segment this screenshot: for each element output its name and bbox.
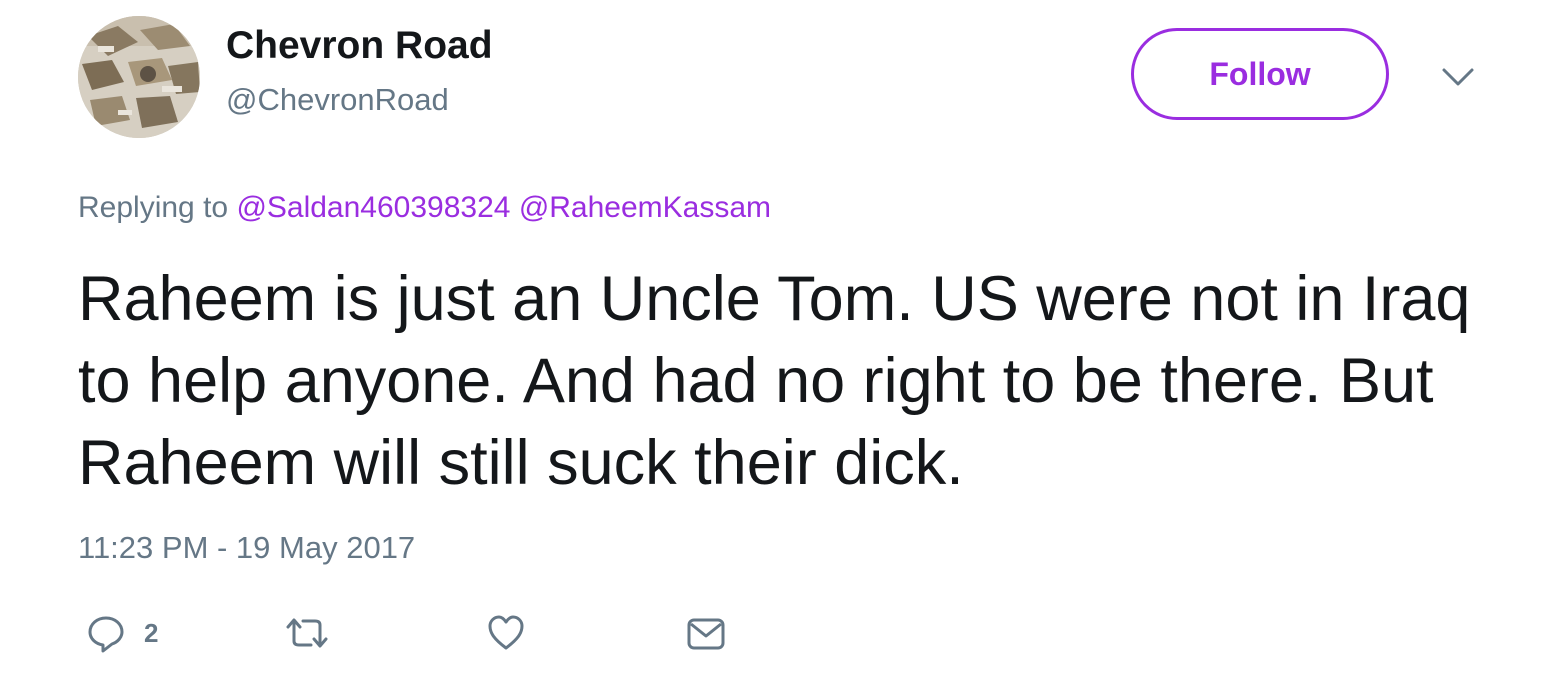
timestamp[interactable]: 11:23 PM - 19 May 2017 [78,530,415,566]
message-icon [687,618,725,650]
like-button[interactable] [486,612,526,654]
display-name[interactable]: Chevron Road [226,24,493,68]
reply-count: 2 [144,617,159,648]
mention-link[interactable]: @RaheemKassam [519,191,771,224]
direct-message-button[interactable] [686,612,726,654]
user-handle[interactable]: @ChevronRoad [226,82,449,118]
avatar-image [78,16,200,138]
avatar[interactable] [78,16,200,138]
replying-to: Replying to @Saldan460398324 @RaheemKass… [78,191,771,225]
reply-icon [88,616,124,653]
chevron-down-icon[interactable] [1438,62,1478,92]
tweet-text: Raheem is just an Uncle Tom. US were not… [78,264,1471,498]
replying-to-label: Replying to [78,191,229,224]
like-icon [488,615,524,650]
retweet-button[interactable] [284,612,330,654]
mention-link[interactable]: @Saldan460398324 [236,191,510,224]
retweet-icon [286,618,328,648]
follow-button[interactable]: Follow [1131,28,1389,120]
reply-button[interactable]: 2 [86,612,158,654]
